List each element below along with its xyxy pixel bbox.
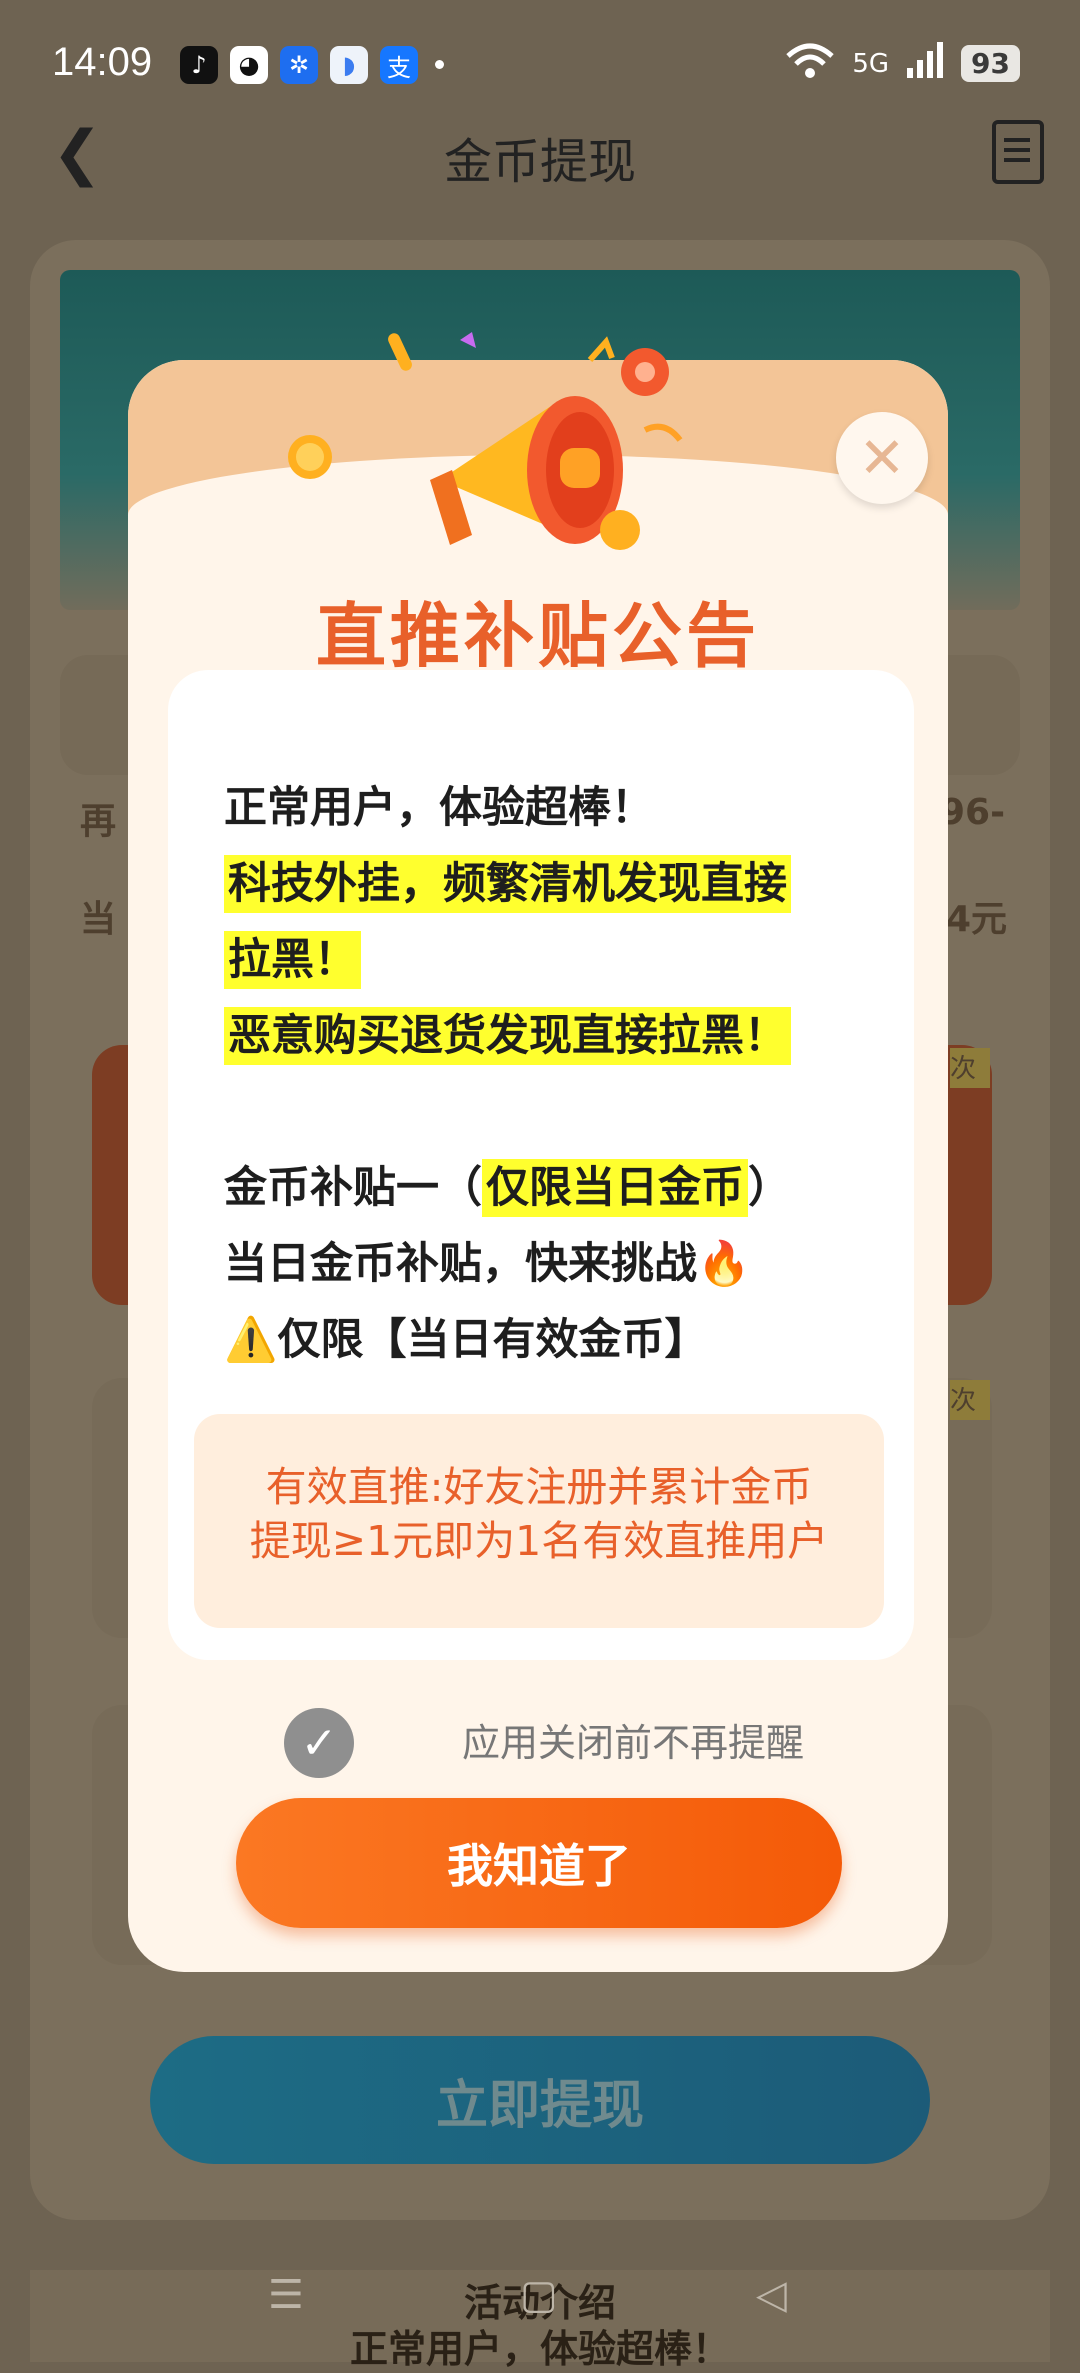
limit-line: ⚠️仅限【当日有效金币】: [224, 1302, 884, 1378]
subsidy-prefix: 金币补贴一（: [224, 1163, 482, 1213]
home-nav-icon[interactable]: ▢: [520, 2272, 558, 2318]
highlighted-line: 拉黑！: [224, 931, 361, 989]
notes-app-icon: ◗: [330, 46, 368, 84]
status-indicators: 5G 93: [784, 40, 1020, 87]
qq-icon: ◕: [230, 46, 268, 84]
signal-icon: [905, 40, 945, 87]
challenge-line: 当日金币补贴，快来挑战🔥: [224, 1226, 884, 1302]
subsidy-highlight: 仅限当日金币: [482, 1159, 748, 1217]
menu-nav-icon[interactable]: ☰: [268, 2272, 304, 2318]
withdraw-now-button[interactable]: 立即提现: [150, 2036, 930, 2164]
fire-icon: 🔥: [697, 1239, 751, 1289]
coin-icon: [288, 435, 332, 479]
subsidy-suffix: ）: [748, 1163, 791, 1213]
megaphone-icon: [388, 332, 683, 550]
battery-level: 93: [961, 45, 1020, 82]
tiktok-icon: ♪: [180, 46, 218, 84]
bg-tag-2: 次: [950, 1380, 990, 1420]
notification-icons: ♪ ◕ ✲ ◗ 支: [180, 46, 418, 84]
highlighted-line: 恶意购买退货发现直接拉黑！: [224, 1007, 791, 1065]
modal-headline: 直推补贴公告: [316, 595, 760, 677]
notice-line: 提现≥1元即为1名有效直推用户: [249, 1517, 829, 1565]
document-icon[interactable]: [992, 120, 1044, 184]
limit-text: 仅限【当日有效金币】: [277, 1315, 708, 1365]
status-time: 14:09: [52, 40, 153, 84]
back-nav-icon[interactable]: ◁: [756, 2272, 787, 2318]
bg-text-left-1: 再: [80, 801, 117, 842]
activity-section-line: 正常用户，体验超棒！: [349, 2327, 730, 2371]
highlighted-line: 科技外挂，频繁清机发现直接: [224, 855, 791, 913]
alipay-icon: 支: [380, 46, 418, 84]
announcement-text: 正常用户，体验超棒！ 科技外挂，频繁清机发现直接 拉黑！ 恶意购买退货发现直接拉…: [224, 770, 884, 1378]
dont-remind-label[interactable]: 应用关闭前不再提醒: [462, 1712, 804, 1767]
bg-tag-1: 次: [950, 1048, 990, 1088]
notice-line: 有效直推:好友注册并累计金币: [265, 1463, 813, 1511]
subsidy-line: 金币补贴一（仅限当日金币）: [224, 1150, 884, 1226]
wifi-icon: [784, 40, 836, 87]
warning-icon: ⚠️: [224, 1315, 278, 1365]
dont-remind-checkbox[interactable]: ✓: [284, 1708, 354, 1778]
page-title: 金币提现: [443, 134, 636, 190]
challenge-text: 当日金币补贴，快来挑战: [224, 1239, 697, 1289]
status-bar: 14:09 ♪ ◕ ✲ ◗ 支 5G 93: [0, 0, 1080, 130]
confirm-button[interactable]: 我知道了: [236, 1798, 842, 1928]
bg-text-right-1: 96-: [940, 792, 1006, 833]
pinwheel-icon: ✲: [280, 46, 318, 84]
valid-referral-notice: 有效直推:好友注册并累计金币 提现≥1元即为1名有效直推用户: [194, 1414, 884, 1628]
network-label: 5G: [852, 48, 890, 79]
close-button[interactable]: ✕: [836, 412, 928, 504]
announcement-line: 正常用户，体验超棒！: [224, 783, 654, 833]
bg-text-right-2: 4元: [946, 899, 1008, 940]
more-notifications-dot: [435, 60, 444, 69]
bg-text-left-2: 当: [80, 899, 117, 940]
